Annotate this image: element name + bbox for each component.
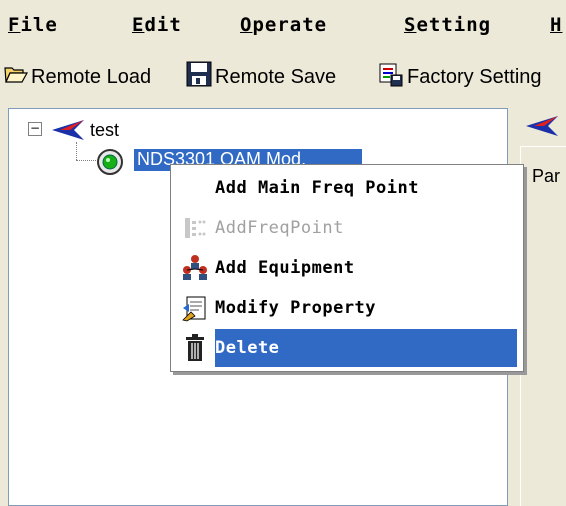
freq-point-icon: [175, 215, 215, 241]
remote-save-button[interactable]: Remote Save: [186, 61, 337, 93]
menu-operate[interactable]: Operate: [240, 14, 327, 36]
arrow-logo-icon: [524, 112, 560, 144]
arrow-logo-icon: [50, 116, 86, 148]
tree-connector: [76, 160, 96, 161]
menu-item-add-main-freq-point[interactable]: Add Main Freq Point: [175, 169, 517, 207]
folder-open-icon: [4, 64, 31, 90]
menu-item-delete[interactable]: Delete: [175, 329, 517, 367]
remote-load-label: Remote Load: [31, 65, 152, 88]
remote-save-label: Remote Save: [215, 65, 337, 88]
right-panel-content: [520, 146, 566, 506]
factory-setting-button[interactable]: Factory Setting: [378, 62, 542, 92]
parameter-label: Par: [532, 166, 561, 186]
menu-edit[interactable]: Edit: [132, 14, 182, 36]
collapse-toggle[interactable]: −: [28, 122, 42, 136]
remote-load-button[interactable]: Remote Load: [4, 62, 151, 92]
tree-connector: [76, 142, 77, 160]
status-ok-icon: [96, 148, 124, 180]
property-icon: [175, 294, 215, 322]
factory-setting-icon: [378, 61, 407, 93]
menu-help[interactable]: H: [550, 14, 562, 36]
menu-file[interactable]: File: [8, 14, 58, 36]
menu-bar: File Edit Operate Setting H: [0, 0, 566, 52]
menu-item-add-freq-point: AddFreqPoint: [175, 209, 517, 247]
trash-icon: [175, 329, 215, 367]
menu-item-add-equipment[interactable]: Add Equipment: [175, 249, 517, 287]
context-menu: Add Main Freq Point AddFreqPoint Add Equ…: [170, 164, 524, 372]
toolbar: Remote Load Remote Save Factory Setting: [0, 56, 566, 100]
tree-root-label[interactable]: test: [90, 120, 119, 141]
equipment-icon: [175, 254, 215, 282]
factory-setting-label: Factory Setting: [407, 65, 542, 88]
menu-item-modify-property[interactable]: Modify Property: [175, 289, 517, 327]
floppy-disk-icon: [186, 61, 215, 93]
menu-setting[interactable]: Setting: [404, 14, 491, 36]
